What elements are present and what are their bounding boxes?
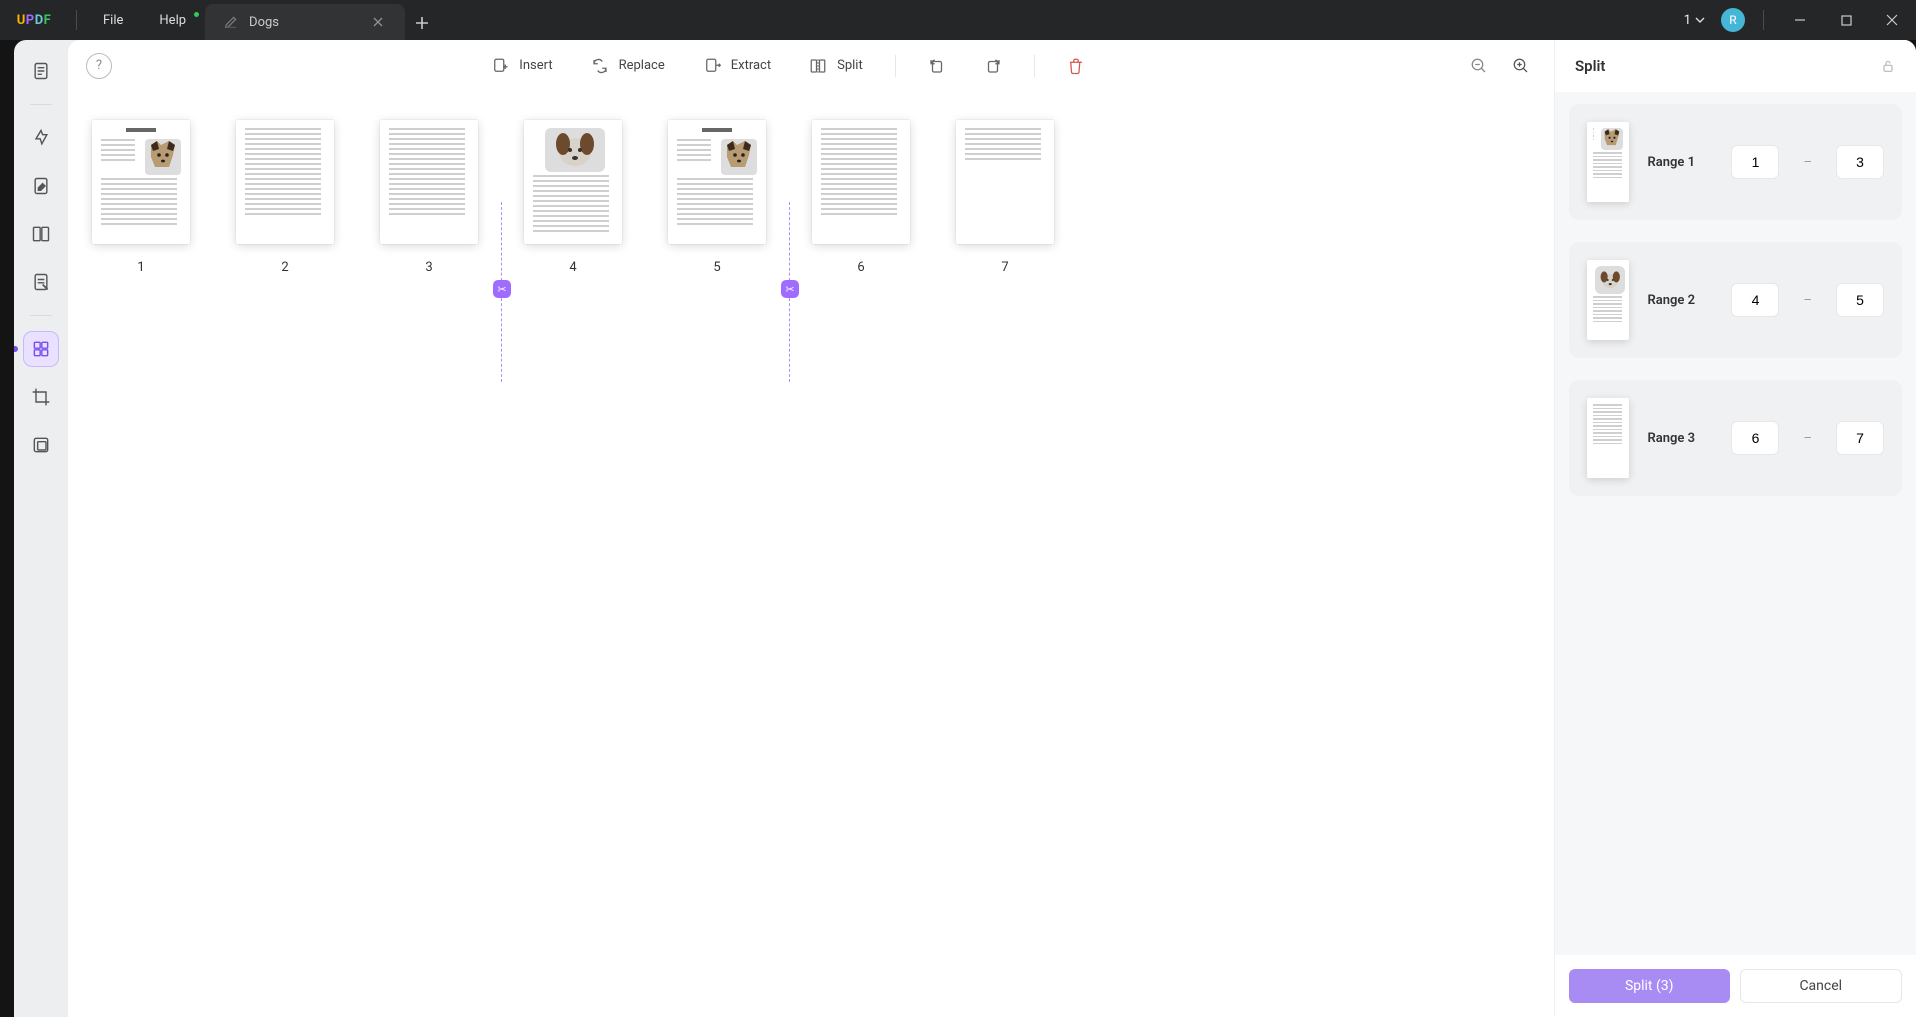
menu-help[interactable]: Help [141, 0, 204, 40]
range-dash: – [1797, 431, 1818, 446]
account-switcher[interactable]: 1 [1678, 13, 1711, 28]
tab-dogs[interactable]: Dogs [205, 4, 405, 40]
range-card: Range 1 – [1569, 104, 1902, 220]
page-number: 7 [1001, 260, 1008, 275]
tabstrip: Dogs [205, 0, 439, 40]
range-thumbnail [1587, 260, 1629, 340]
page-number: 3 [425, 260, 432, 275]
divider [895, 55, 896, 77]
page-thumbnail[interactable]: 3 [380, 120, 478, 275]
close-window-button[interactable] [1874, 0, 1910, 40]
update-dot-icon [194, 12, 199, 17]
account-count: 1 [1684, 13, 1691, 28]
menu-file[interactable]: File [85, 0, 141, 40]
page-thumbnail[interactable]: 5 [668, 120, 766, 275]
range-to-input[interactable] [1836, 145, 1884, 179]
range-from-input[interactable] [1731, 283, 1779, 317]
rotate-right-button[interactable] [978, 51, 1008, 81]
lock-icon[interactable] [1880, 58, 1896, 74]
extract-button[interactable]: Extract [697, 51, 777, 81]
crop-tool[interactable] [24, 380, 58, 414]
range-to-input[interactable] [1836, 421, 1884, 455]
page-thumbnails-area[interactable]: 1 2 3 4 5 6 7 ✂ ✂ [68, 92, 1554, 1017]
tab-title: Dogs [249, 15, 279, 30]
range-from-input[interactable] [1731, 145, 1779, 179]
page-toolbar: ? Insert Replace Extract [68, 40, 1554, 92]
form-tool[interactable] [24, 265, 58, 299]
split-icon [809, 57, 827, 75]
split-marker[interactable]: ✂ [789, 202, 790, 382]
panel-title: Split [1575, 57, 1605, 75]
page-number: 2 [281, 260, 288, 275]
page-number: 5 [713, 260, 720, 275]
divider [76, 10, 77, 30]
scissors-icon: ✂ [781, 280, 799, 298]
rotate-left-button[interactable] [922, 51, 952, 81]
zoom-out-button[interactable] [1464, 51, 1494, 81]
range-label: Range 2 [1647, 293, 1713, 308]
chevron-down-icon [1695, 15, 1705, 25]
insert-icon [491, 57, 509, 75]
range-dash: – [1797, 293, 1818, 308]
range-dash: – [1797, 155, 1818, 170]
range-thumbnail [1587, 398, 1629, 478]
range-label: Range 1 [1647, 155, 1713, 170]
cancel-button[interactable]: Cancel [1740, 969, 1903, 1003]
page-thumbnail[interactable]: 1 [92, 120, 190, 275]
split-panel: Split Range 1 – Range 2 – Range 3 – Split (3)… [1554, 40, 1916, 1017]
scissors-icon: ✂ [493, 280, 511, 298]
pencil-edit-icon [223, 14, 239, 30]
page-number: 1 [137, 260, 144, 275]
help-button[interactable]: ? [86, 53, 112, 79]
split-button[interactable]: Split [803, 51, 869, 81]
divider [1034, 55, 1035, 77]
extract-icon [703, 57, 721, 75]
zoom-in-button[interactable] [1506, 51, 1536, 81]
range-thumbnail [1587, 122, 1629, 202]
range-label: Range 3 [1647, 431, 1713, 446]
range-card: Range 3 – [1569, 380, 1902, 496]
new-tab-button[interactable] [405, 6, 439, 40]
delete-page-button[interactable] [1061, 51, 1091, 81]
range-from-input[interactable] [1731, 421, 1779, 455]
range-card: Range 2 – [1569, 242, 1902, 358]
reader-tool[interactable] [24, 54, 58, 88]
divider [30, 104, 52, 105]
edit-tool[interactable] [24, 169, 58, 203]
maximize-button[interactable] [1828, 0, 1864, 40]
side-toolbar [14, 40, 68, 1017]
page-number: 4 [569, 260, 576, 275]
divider [30, 315, 52, 316]
organize-pages-tool[interactable] [24, 332, 58, 366]
split-confirm-button[interactable]: Split (3) [1569, 969, 1730, 1003]
page-thumbnail[interactable]: 6 [812, 120, 910, 275]
minimize-button[interactable] [1782, 0, 1818, 40]
titlebar: UPDF File Help Dogs 1 [0, 0, 1916, 40]
divider [1763, 10, 1764, 30]
replace-icon [591, 57, 609, 75]
range-to-input[interactable] [1836, 283, 1884, 317]
page-thumbnail[interactable]: 4 [524, 120, 622, 275]
avatar[interactable]: R [1721, 8, 1745, 32]
page-number: 6 [857, 260, 864, 275]
page-tool[interactable] [24, 217, 58, 251]
replace-button[interactable]: Replace [585, 51, 671, 81]
insert-button[interactable]: Insert [485, 51, 558, 81]
comment-tool[interactable] [24, 121, 58, 155]
page-thumbnail[interactable]: 7 [956, 120, 1054, 275]
close-tab-button[interactable] [369, 13, 387, 31]
split-marker[interactable]: ✂ [501, 202, 502, 382]
watermark-tool[interactable] [24, 428, 58, 462]
app-logo: UPDF [0, 13, 68, 28]
page-thumbnail[interactable]: 2 [236, 120, 334, 275]
